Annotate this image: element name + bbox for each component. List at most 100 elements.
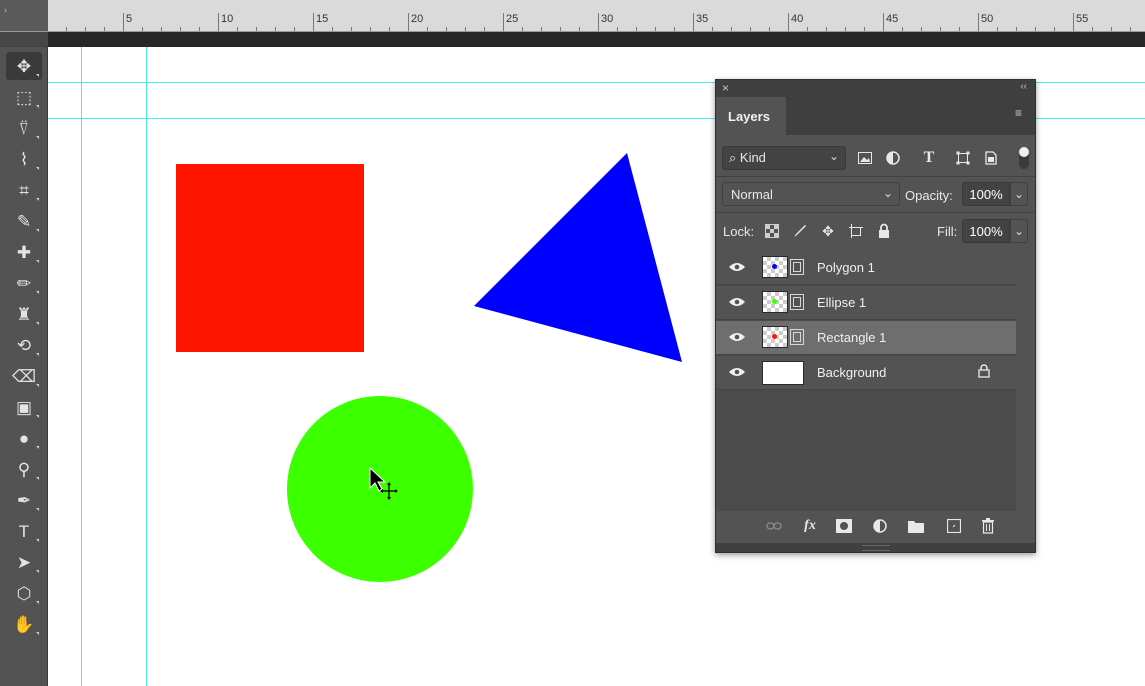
filter-toggle-switch[interactable] — [1019, 147, 1029, 169]
lock-position-move-icon[interactable]: ✥ — [819, 222, 837, 240]
layer-filter-row: ⌕ Kind ⌄ T — [716, 143, 1035, 175]
pen-tool[interactable]: ✒ — [6, 486, 42, 514]
new-group-folder-icon[interactable] — [906, 517, 926, 535]
expand-arrows-icon: › — [4, 5, 7, 15]
ruler-tick — [294, 27, 295, 31]
visibility-eye-icon[interactable] — [728, 295, 746, 309]
horizontal-ruler[interactable]: › 5 10 15 20 25 30 35 40 45 50 55 — [0, 0, 1145, 32]
ruler-tick — [1035, 27, 1036, 31]
ruler-tick — [123, 13, 124, 31]
blend-mode-select[interactable]: Normal ⌄ — [722, 182, 900, 206]
polygon-shape[interactable] — [474, 153, 682, 362]
visibility-eye-icon[interactable] — [728, 330, 746, 344]
layer-row[interactable]: Background — [716, 356, 1016, 390]
ruler-tick — [997, 27, 998, 31]
link-layers-icon[interactable] — [764, 517, 784, 535]
layer-row[interactable]: Polygon 1 — [716, 251, 1016, 285]
fill-input[interactable]: 100% — [962, 219, 1010, 243]
eyedropper-tool[interactable]: ✎ — [6, 207, 42, 235]
ruler-tick — [674, 27, 675, 31]
ruler-number: 50 — [981, 13, 994, 25]
fill-dropdown-button[interactable]: ⌄ — [1010, 219, 1028, 243]
filter-kind-select[interactable]: ⌕ Kind ⌄ — [722, 146, 846, 170]
collapse-icon[interactable]: ‹‹ — [1020, 81, 1027, 92]
ruler-tick — [313, 13, 314, 31]
flyout-indicator-icon — [36, 415, 39, 418]
type-icon: T — [18, 521, 30, 541]
layer-row[interactable]: Ellipse 1 — [716, 286, 1016, 320]
adjustment-layer-filter-icon[interactable] — [882, 148, 904, 168]
opacity-input[interactable]: 100% — [962, 182, 1010, 206]
layer-thumbnail[interactable] — [762, 256, 788, 278]
path-select-icon: ➤ — [16, 552, 32, 572]
add-mask-icon[interactable] — [834, 517, 854, 535]
lasso-tool[interactable]: ⍢ — [6, 114, 42, 142]
layer-thumbnail[interactable] — [762, 361, 804, 385]
layer-thumbnail[interactable] — [762, 326, 788, 348]
visibility-eye-icon[interactable] — [728, 365, 746, 379]
panel-collapse-corner[interactable]: › — [0, 0, 48, 31]
ruler-tick — [1092, 27, 1093, 31]
type-tool[interactable]: T — [6, 517, 42, 545]
ruler-tick — [845, 27, 846, 31]
eraser-tool[interactable]: ⌫ — [6, 362, 42, 390]
filter-kind-label: ⌕ Kind — [729, 150, 766, 165]
opacity-dropdown-button[interactable]: ⌄ — [1010, 182, 1028, 206]
layer-thumbnail[interactable] — [762, 291, 788, 313]
tab-layers[interactable]: Layers — [716, 97, 786, 135]
toolbar-grip[interactable] — [0, 32, 48, 47]
gradient-tool[interactable]: ▣ — [6, 393, 42, 421]
type-layer-filter-icon[interactable]: T — [918, 148, 940, 168]
crop-tool[interactable]: ⌗ — [6, 176, 42, 204]
smart-object-filter-icon[interactable] — [980, 148, 1002, 168]
ruler-tick — [199, 27, 200, 31]
shape-tool[interactable]: ⬡ — [6, 579, 42, 607]
blur-icon: ● — [18, 428, 30, 448]
eraser-icon: ⌫ — [11, 366, 37, 386]
marquee-tool[interactable]: ⬚ — [6, 83, 42, 111]
blur-tool[interactable]: ● — [6, 424, 42, 452]
ruler-tick — [408, 13, 409, 31]
brush-tool[interactable]: ✏ — [6, 269, 42, 297]
quick-select-tool[interactable]: ⌇ — [6, 145, 42, 173]
ruler-tick — [142, 27, 143, 31]
panel-resize-bar[interactable] — [716, 543, 1035, 552]
lock-transparent-pixels-icon[interactable] — [763, 222, 781, 240]
new-adjustment-layer-icon[interactable] — [870, 517, 890, 535]
opacity-label: Opacity: — [905, 188, 953, 203]
new-layer-icon[interactable] — [944, 517, 964, 535]
ruler-tick — [541, 27, 542, 31]
flyout-indicator-icon — [36, 322, 39, 325]
close-icon[interactable]: × — [722, 81, 729, 95]
ruler-tick — [180, 27, 181, 31]
path-select-tool[interactable]: ➤ — [6, 548, 42, 576]
healing-brush-tool[interactable]: ✚ — [6, 238, 42, 266]
history-brush-tool[interactable]: ⟲ — [6, 331, 42, 359]
lock-all-icon[interactable] — [875, 222, 893, 240]
lock-image-pixels-brush-icon[interactable] — [791, 222, 809, 240]
shape-layer-filter-icon[interactable] — [952, 148, 974, 168]
panel-title-bar[interactable]: × ‹‹ — [716, 80, 1035, 97]
dodge-tool[interactable]: ⚲ — [6, 455, 42, 483]
brush-icon: ✏ — [16, 273, 32, 293]
delete-layer-trash-icon[interactable] — [978, 517, 998, 535]
visibility-eye-icon[interactable] — [728, 260, 746, 274]
flyout-indicator-icon — [36, 477, 39, 480]
ruler-tick — [332, 27, 333, 31]
flyout-indicator-icon — [36, 260, 39, 263]
ruler-number: 25 — [506, 13, 519, 25]
ruler-tick — [788, 13, 789, 31]
hand-tool[interactable]: ✋ — [6, 610, 42, 638]
layer-row[interactable]: Rectangle 1 — [716, 321, 1016, 355]
lock-artboard-icon[interactable] — [847, 222, 865, 240]
layer-list[interactable]: Polygon 1 Ellipse 1 Rectangle 1 Background — [716, 251, 1016, 511]
stamp-tool[interactable]: ♜ — [6, 300, 42, 328]
flyout-indicator-icon — [36, 105, 39, 108]
rectangle-shape[interactable] — [176, 164, 364, 352]
fx-icon[interactable]: fx — [800, 517, 820, 535]
resize-grip[interactable] — [862, 545, 890, 551]
panel-menu-icon[interactable]: ≡ — [1015, 107, 1027, 119]
pixel-layer-filter-icon[interactable] — [854, 148, 876, 168]
ruler-tick — [503, 13, 504, 31]
move-tool[interactable]: ✥ — [6, 52, 42, 80]
